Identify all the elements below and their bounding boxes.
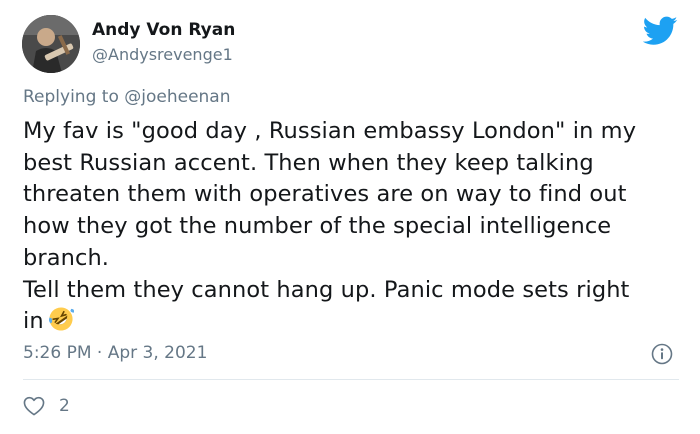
divider	[23, 379, 679, 380]
avatar[interactable]	[22, 15, 80, 73]
like-action[interactable]: 2	[23, 396, 70, 416]
tweet-text: My fav is "good day , Russian embassy Lo…	[23, 116, 685, 338]
tweet-timestamp[interactable]: 5:26 PM · Apr 3, 2021	[23, 343, 207, 363]
rolling-on-floor-laughing-emoji-icon	[48, 307, 74, 331]
avatar-photo	[22, 15, 80, 73]
replying-to-label: Replying to	[23, 87, 125, 107]
user-name[interactable]: Andy Von Ryan	[92, 20, 235, 40]
tweet-text-content: My fav is "good day , Russian embassy Lo…	[23, 118, 637, 335]
reply-to-handle-link[interactable]: @joeheenan	[124, 87, 230, 107]
replying-to: Replying to @joeheenan	[23, 87, 231, 107]
user-handle[interactable]: @Andysrevenge1	[92, 45, 233, 64]
info-icon[interactable]	[651, 343, 673, 365]
like-count: 2	[59, 396, 70, 416]
heart-icon[interactable]	[23, 396, 45, 416]
twitter-bird-icon[interactable]	[643, 16, 678, 46]
